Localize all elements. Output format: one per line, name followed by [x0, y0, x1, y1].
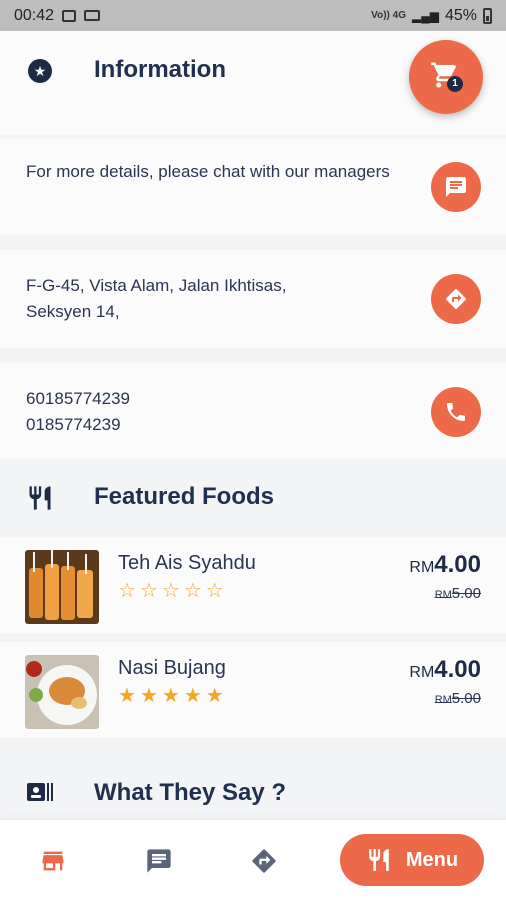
price-amount: 4.00 [434, 551, 481, 578]
fork-knife-icon [369, 849, 389, 871]
chat-button[interactable] [431, 162, 481, 212]
signal-label: Vo)) 4G [371, 10, 406, 21]
food-item-nasi-bujang[interactable]: Nasi Bujang ★ ★ ★ ★ ★ RM4.00 RM5.00 [0, 642, 506, 738]
cart-button[interactable]: 1 [409, 40, 483, 114]
testimonial-card-icon [27, 783, 53, 801]
food-rating: ★ ★ ★ ★ ★ [118, 686, 224, 706]
chat-icon[interactable] [145, 847, 173, 875]
phone-number-1: 60185774239 [26, 389, 131, 408]
star-filled-icon: ★ [183, 685, 202, 707]
food-name: Teh Ais Syahdu [118, 552, 256, 574]
food-item-teh-ais-syahdu[interactable]: Teh Ais Syahdu ☆ ☆ ☆ ☆ ☆ RM4.00 RM5.00 [0, 537, 506, 633]
status-time: 00:42 [14, 6, 55, 24]
old-price-amount: 5.00 [451, 585, 481, 602]
old-price-amount: 5.00 [451, 690, 481, 707]
price-amount: 4.00 [434, 656, 481, 683]
food-price: RM4.00 [409, 656, 481, 684]
star-icon: ★ [28, 59, 52, 83]
old-price-currency: RM [434, 694, 452, 706]
star-outline-icon: ☆ [183, 580, 202, 602]
old-price-currency: RM [434, 589, 452, 601]
food-thumbnail [25, 550, 99, 624]
directions-icon [446, 288, 467, 309]
phone-number-2: 0185774239 [26, 415, 121, 434]
call-button[interactable] [431, 387, 481, 437]
menu-label: Menu [405, 848, 459, 871]
star-filled-icon: ★ [205, 685, 224, 707]
star-outline-icon: ☆ [118, 580, 136, 602]
information-title: Information [94, 56, 226, 83]
bottom-navigation: Menu [0, 820, 506, 900]
food-old-price: RM5.00 [435, 690, 481, 707]
star-filled-icon: ★ [118, 685, 136, 707]
chat-row: For more details, please chat with our m… [0, 139, 506, 235]
chat-text: For more details, please chat with our m… [26, 162, 390, 181]
battery-icon [483, 7, 492, 24]
phone-row: 60185774239 0185774239 [0, 363, 506, 459]
food-thumbnail [25, 655, 99, 729]
star-filled-icon: ★ [139, 685, 158, 707]
cart-count-badge: 1 [447, 76, 463, 92]
food-old-price: RM5.00 [435, 585, 481, 602]
address-line-2: Seksyen 14, [26, 302, 120, 321]
price-currency: RM [409, 559, 435, 576]
what-they-say-title: What They Say ? [94, 779, 287, 806]
image-notification-icon [62, 9, 77, 22]
price-currency: RM [409, 664, 435, 681]
featured-foods-title: Featured Foods [94, 483, 275, 510]
food-price: RM4.00 [409, 551, 481, 579]
address-row: F-G-45, Vista Alam, Jalan Ikhtisas, Seks… [0, 250, 506, 348]
star-outline-icon: ☆ [161, 580, 180, 602]
phone-icon [447, 403, 465, 421]
signal-icon: ▂▄▆ [412, 8, 439, 23]
store-icon[interactable] [39, 847, 67, 875]
star-outline-icon: ☆ [205, 580, 224, 602]
star-outline-icon: ☆ [139, 580, 158, 602]
food-rating: ☆ ☆ ☆ ☆ ☆ [118, 581, 224, 601]
directions-icon[interactable] [250, 847, 278, 875]
food-name: Nasi Bujang [118, 657, 226, 679]
fork-knife-icon [29, 486, 51, 510]
directions-button[interactable] [431, 274, 481, 324]
menu-button[interactable]: Menu [340, 834, 484, 886]
chat-icon [446, 177, 466, 197]
star-filled-icon: ★ [161, 685, 180, 707]
address-line-1: F-G-45, Vista Alam, Jalan Ikhtisas, [26, 276, 287, 295]
battery-percent: 45% [444, 6, 477, 24]
laptop-notification-icon [84, 10, 101, 21]
status-bar: 00:42 Vo)) 4G ▂▄▆ 45% [0, 0, 506, 31]
